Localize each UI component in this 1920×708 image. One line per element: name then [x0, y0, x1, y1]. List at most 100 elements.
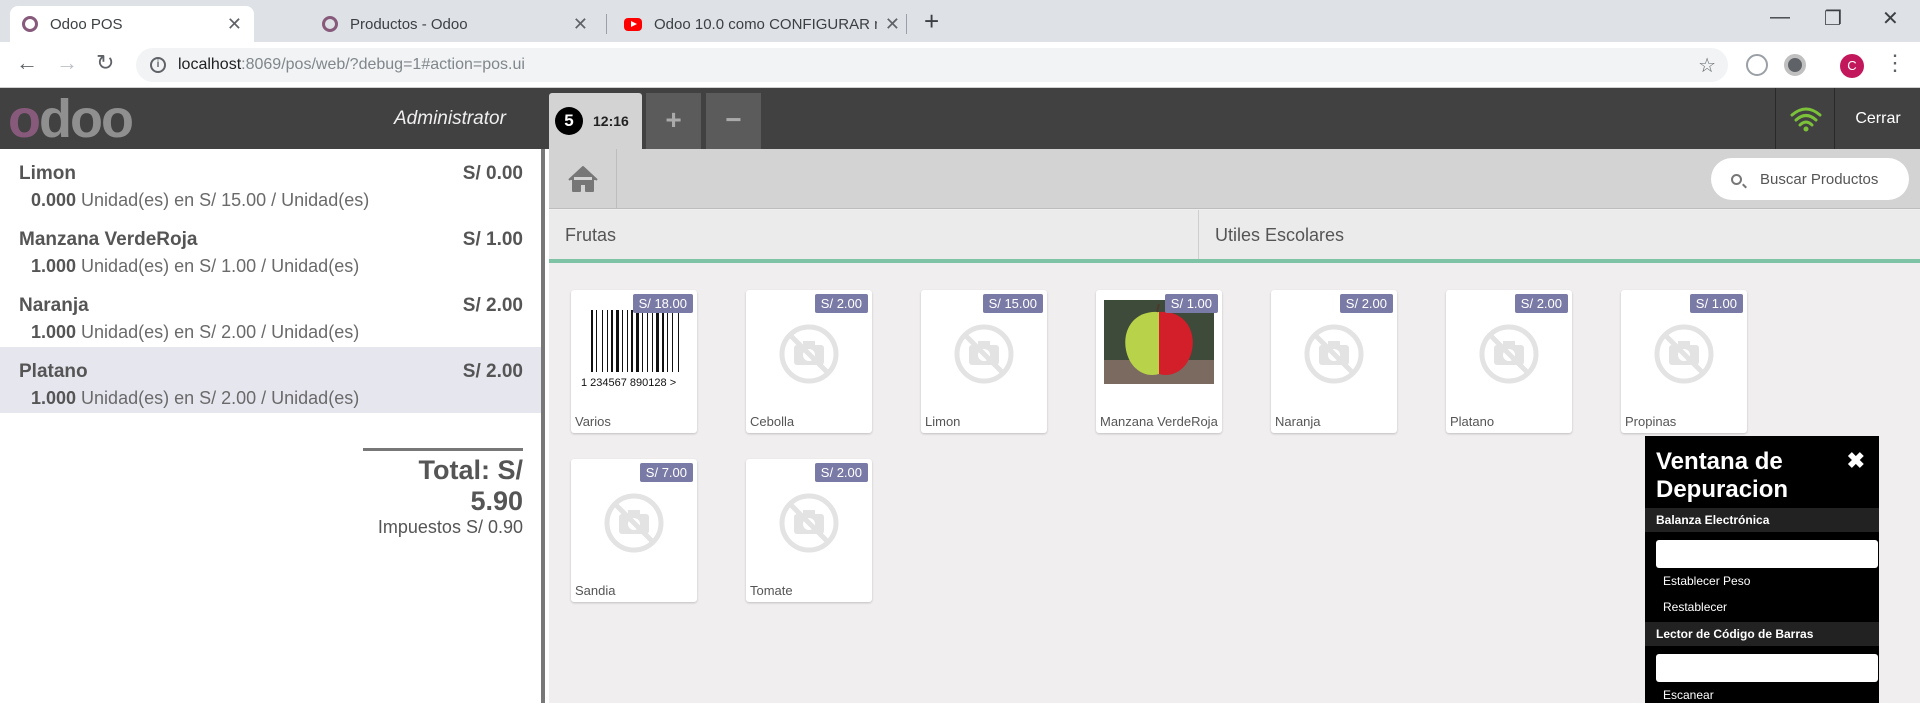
set-weight-button[interactable]: Establecer Peso — [1645, 568, 1879, 594]
extension-icon[interactable] — [1784, 54, 1806, 76]
home-icon — [568, 166, 598, 192]
bookmark-star-icon[interactable]: ☆ — [1698, 53, 1716, 78]
reset-weight-button[interactable]: Restablecer — [1645, 594, 1879, 620]
product-tile[interactable]: S/ 2.00 Cebolla — [746, 290, 872, 433]
close-icon[interactable]: ✕ — [227, 14, 242, 35]
orderline-product-name: Naranja — [19, 295, 89, 316]
profile-avatar[interactable]: C — [1840, 54, 1864, 78]
odoo-icon — [22, 16, 38, 32]
product-tile[interactable]: S/ 1.00 Manzana VerdeRoja — [1096, 290, 1222, 433]
orderline-unit-info: Unidad(es) en S/ 15.00 / Unidad(es) — [76, 190, 370, 210]
debug-title: Ventana de Depuracion — [1656, 448, 1789, 503]
product-name: Tomate — [750, 583, 793, 598]
search-icon — [1731, 173, 1742, 185]
category-frutas[interactable]: Frutas — [549, 210, 1199, 259]
weight-input[interactable] — [1656, 540, 1878, 568]
price-badge: S/ 2.00 — [814, 294, 868, 313]
orderline-list: Limon S/ 0.00 0.000 Unidad(es) en S/ 15.00… — [0, 149, 541, 413]
orderline-qty: 1.000 — [31, 388, 77, 408]
browser-tab-youtube[interactable]: Odoo 10.0 como CONFIGURAR m ✕ — [612, 6, 912, 42]
no-image-icon — [954, 324, 1014, 384]
orderline-info: 1.000 Unidad(es) en S/ 1.00 / Unidad(es) — [19, 256, 523, 277]
address-bar[interactable]: i localhost :8069/pos/web/?debug=1#actio… — [136, 48, 1728, 82]
order-sequence: 5 — [555, 107, 583, 135]
username: Administrator — [394, 108, 506, 129]
menu-kebab-icon[interactable]: ⋮ — [1884, 50, 1906, 76]
orderline[interactable]: Naranja S/ 2.00 1.000 Unidad(es) en S/ 2.0… — [0, 281, 541, 347]
product-name: Platano — [1450, 414, 1495, 429]
category-utiles-escolares[interactable]: Utiles Escolares — [1199, 210, 1920, 259]
orderline-qty: 1.000 — [31, 322, 77, 342]
new-tab-button[interactable]: + — [924, 6, 939, 37]
price-badge: S/ 2.00 — [1514, 294, 1568, 313]
restore-icon[interactable]: ❐ — [1824, 6, 1842, 31]
orderline[interactable]: Limon S/ 0.00 0.000 Unidad(es) en S/ 15.00… — [0, 149, 541, 215]
product-tile[interactable]: S/ 2.00 Naranja — [1271, 290, 1397, 433]
scan-button[interactable]: Escanear — [1645, 682, 1879, 708]
order-total: Total: S/ 5.90 — [418, 455, 524, 516]
close-icon[interactable]: ✕ — [885, 14, 900, 35]
barcode-input[interactable] — [1656, 654, 1878, 682]
order-tab[interactable]: 5 12:16 — [549, 93, 642, 149]
product-name: Limon — [925, 414, 961, 429]
window-close-icon[interactable]: ✕ — [1882, 6, 1899, 31]
product-tile[interactable]: S/ 7.00 Sandia — [571, 459, 697, 602]
back-icon[interactable]: ← — [16, 50, 38, 76]
close-icon[interactable]: ✕ — [573, 14, 588, 35]
home-category-button[interactable] — [549, 149, 617, 209]
orderline-qty: 0.000 — [31, 190, 77, 210]
extension-icon[interactable] — [1746, 54, 1768, 76]
product-name: Propinas — [1625, 414, 1677, 429]
price-badge: S/ 1.00 — [1164, 294, 1218, 313]
no-image-icon — [779, 324, 839, 384]
scale-section-title: Balanza Electrónica — [1645, 508, 1879, 532]
tab-divider — [606, 14, 607, 34]
price-badge: S/ 2.00 — [1339, 294, 1393, 313]
browser-tab-odoo-pos[interactable]: Odoo POS ✕ — [10, 6, 254, 42]
minimize-icon[interactable]: — — [1770, 6, 1790, 29]
url-path: :8069/pos/web/?debug=1#action=pos.ui — [241, 56, 525, 73]
pos-header: odoo Administrator 5 12:16 + − Cerrar — [0, 88, 1920, 149]
product-tile[interactable]: S/ 2.00 Platano — [1446, 290, 1572, 433]
product-tile[interactable]: 1 234567 890128 > S/ 18.00 Varios — [571, 290, 697, 433]
orderline-product-name: Limon — [19, 163, 76, 184]
svg-text:1 234567 890128 >: 1 234567 890128 > — [581, 377, 676, 389]
forward-icon[interactable]: → — [56, 50, 78, 76]
no-image-icon — [1304, 324, 1364, 384]
no-image-icon — [1479, 324, 1539, 384]
product-name: Manzana VerdeRoja — [1100, 414, 1218, 429]
add-order-button[interactable]: + — [646, 93, 701, 149]
tab-title: Productos - Odoo — [350, 15, 468, 33]
product-tile[interactable]: S/ 1.00 Propinas — [1621, 290, 1747, 433]
reload-icon[interactable]: ↻ — [96, 50, 114, 76]
odoo-icon — [322, 16, 338, 32]
order-taxes: Impuestos S/ 0.90 — [377, 517, 523, 537]
product-tile[interactable]: S/ 15.00 Limon — [921, 290, 1047, 433]
odoo-logo: odoo — [8, 89, 134, 149]
breadcrumb-bar: Buscar Productos — [549, 149, 1920, 209]
product-name: Sandia — [575, 583, 616, 598]
orderline-info: 1.000 Unidad(es) en S/ 2.00 / Unidad(es) — [19, 322, 523, 343]
price-badge: S/ 2.00 — [814, 463, 868, 482]
url-host: localhost — [178, 56, 242, 73]
orderline[interactable]: Platano S/ 2.00 1.000 Unidad(es) en S/ 2.0… — [0, 347, 541, 413]
remove-order-button[interactable]: − — [706, 93, 761, 149]
product-tile[interactable]: S/ 2.00 Tomate — [746, 459, 872, 602]
tab-title: Odoo POS — [50, 15, 123, 33]
connection-status[interactable] — [1775, 88, 1835, 149]
search-box[interactable]: Buscar Productos — [1711, 158, 1909, 200]
barcode-image: 1 234567 890128 > — [581, 310, 679, 389]
orderline-price: S/ 2.00 — [462, 295, 523, 316]
orderline-unit-info: Unidad(es) en S/ 2.00 / Unidad(es) — [76, 322, 360, 342]
close-session-button[interactable]: Cerrar — [1836, 88, 1920, 149]
orderline[interactable]: Manzana VerdeRoja S/ 1.00 1.000 Unidad(es)… — [0, 215, 541, 281]
orderline-unit-info: Unidad(es) en S/ 1.00 / Unidad(es) — [76, 256, 360, 276]
price-badge: S/ 18.00 — [632, 294, 693, 313]
browser-tab-productos[interactable]: Productos - Odoo ✕ — [310, 6, 600, 42]
youtube-icon — [624, 17, 642, 31]
close-icon[interactable]: ✖ — [1847, 448, 1865, 474]
browser-tab-strip: Odoo POS ✕ Productos - Odoo ✕ Odoo 10.0 … — [0, 0, 1920, 42]
product-name: Varios — [575, 414, 611, 429]
info-icon[interactable]: i — [150, 57, 166, 73]
product-name: Naranja — [1275, 414, 1321, 429]
